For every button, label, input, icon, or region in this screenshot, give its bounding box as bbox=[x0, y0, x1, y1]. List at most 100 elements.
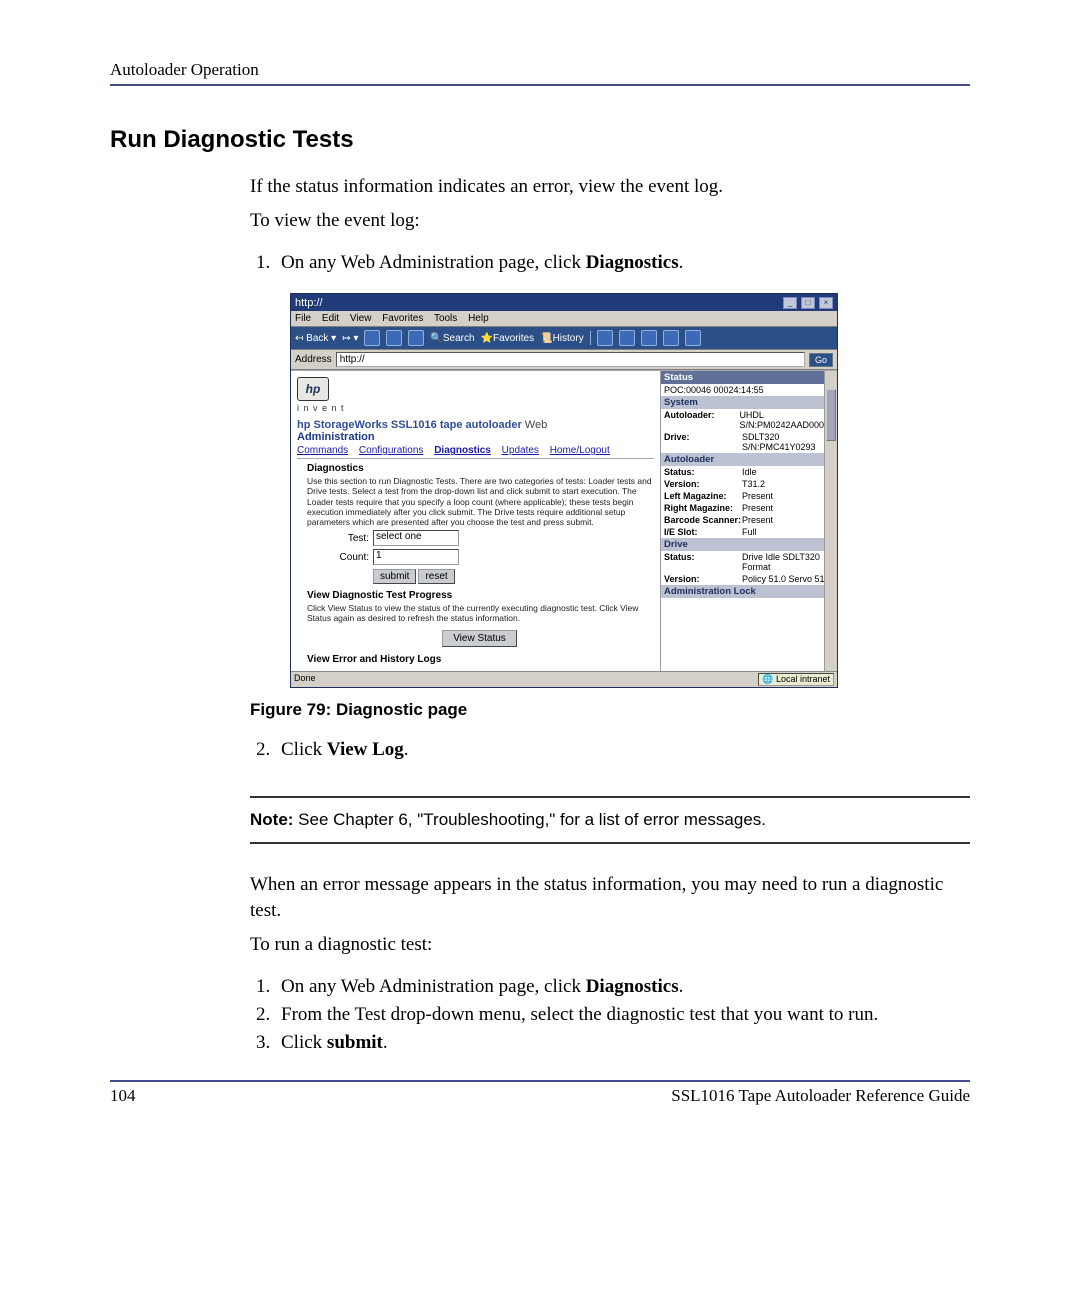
home-icon[interactable] bbox=[408, 330, 424, 346]
forward-button[interactable]: ↦ ▾ bbox=[342, 333, 358, 344]
intro-paragraph-2: To view the event log: bbox=[250, 208, 970, 234]
menu-edit[interactable]: Edit bbox=[322, 313, 339, 324]
title-bar: http:// _ □ × bbox=[291, 294, 837, 311]
note-rule-top bbox=[250, 796, 970, 798]
go-button[interactable]: Go bbox=[809, 353, 833, 367]
back-button[interactable]: ↤ Back ▾ bbox=[295, 333, 336, 344]
address-label: Address bbox=[295, 354, 332, 365]
al-status-val: Idle bbox=[742, 467, 834, 477]
nav-home-logout[interactable]: Home/Logout bbox=[550, 445, 610, 456]
status-title: Status bbox=[661, 371, 837, 384]
back-label: Back bbox=[306, 333, 328, 344]
maximize-icon[interactable]: □ bbox=[801, 297, 815, 309]
search-label: Search bbox=[443, 333, 475, 344]
nav-commands[interactable]: Commands bbox=[297, 445, 348, 456]
d-version-key: Version: bbox=[664, 574, 742, 584]
search-button[interactable]: 🔍Search bbox=[430, 333, 474, 344]
status-bar: Done 🌐 Local intranet bbox=[291, 671, 837, 687]
menu-view[interactable]: View bbox=[350, 313, 372, 324]
list-item-tail: . bbox=[404, 739, 409, 760]
page-content: hp i n v e n t hp StorageWorks SSL1016 t… bbox=[291, 371, 661, 671]
note-block: Note: See Chapter 6, "Troubleshooting," … bbox=[250, 810, 970, 830]
view-status-button[interactable]: View Status bbox=[442, 630, 517, 647]
list-item-strong: Diagnostics bbox=[586, 252, 679, 273]
ieslot-key: I/E Slot: bbox=[664, 527, 742, 537]
minimize-icon[interactable]: _ bbox=[783, 297, 797, 309]
address-bar: Address http:// Go bbox=[291, 350, 837, 370]
count-input[interactable]: 1 bbox=[373, 549, 459, 565]
menu-bar[interactable]: File Edit View Favorites Tools Help bbox=[291, 311, 837, 327]
list-item-tail: . bbox=[679, 976, 684, 997]
menu-help[interactable]: Help bbox=[468, 313, 489, 324]
address-input[interactable]: http:// bbox=[336, 352, 805, 367]
al-status-key: Status: bbox=[664, 467, 742, 477]
nav-diagnostics[interactable]: Diagnostics bbox=[434, 445, 491, 456]
list-item-strong: Diagnostics bbox=[586, 976, 679, 997]
favorites-button[interactable]: ⭐Favorites bbox=[481, 333, 535, 344]
rightmag-val: Present bbox=[742, 503, 834, 513]
mail-icon[interactable] bbox=[597, 330, 613, 346]
submit-button[interactable]: submit bbox=[373, 569, 416, 584]
al-version-key: Version: bbox=[664, 479, 742, 489]
menu-tools[interactable]: Tools bbox=[434, 313, 457, 324]
scrollbar-thumb[interactable] bbox=[826, 389, 836, 441]
statusbar-zone: 🌐 Local intranet bbox=[758, 673, 834, 686]
window-title: http:// bbox=[295, 297, 323, 309]
invent-label: i n v e n t bbox=[297, 403, 654, 413]
barcode-key: Barcode Scanner: bbox=[664, 515, 742, 525]
toolbar[interactable]: ↤ Back ▾ ↦ ▾ 🔍Search ⭐Favorites 📜History bbox=[291, 327, 837, 350]
view-event-log-list-cont: Click View Log. bbox=[275, 739, 970, 761]
hp-logo: hp bbox=[297, 377, 329, 401]
progress-heading: View Diagnostic Test Progress bbox=[307, 590, 652, 601]
close-icon[interactable]: × bbox=[819, 297, 833, 309]
stop-icon[interactable] bbox=[364, 330, 380, 346]
nav-updates[interactable]: Updates bbox=[502, 445, 539, 456]
nav-configurations[interactable]: Configurations bbox=[359, 445, 423, 456]
footer-page-number: 104 bbox=[110, 1086, 136, 1106]
al-version-val: T31.2 bbox=[742, 479, 834, 489]
toolbar-divider bbox=[590, 331, 591, 345]
menu-favorites[interactable]: Favorites bbox=[382, 313, 423, 324]
note-text: See Chapter 6, "Troubleshooting," for a … bbox=[293, 810, 766, 829]
autoloader-section: Autoloader bbox=[661, 453, 837, 466]
menu-file[interactable]: File bbox=[295, 313, 311, 324]
print-icon[interactable] bbox=[619, 330, 635, 346]
list-item-tail: . bbox=[679, 252, 684, 273]
drive-section: Drive bbox=[661, 538, 837, 551]
admin-title: Administration bbox=[297, 431, 654, 443]
scrollbar[interactable] bbox=[824, 371, 837, 671]
discuss-icon[interactable] bbox=[663, 330, 679, 346]
note-rule-bottom bbox=[250, 842, 970, 844]
list-item: From the Test drop-down menu, select the… bbox=[275, 1004, 970, 1026]
list-item-text: On any Web Administration page, click bbox=[281, 252, 586, 273]
drive-key: Drive: bbox=[664, 432, 742, 452]
list-item: On any Web Administration page, click Di… bbox=[275, 252, 970, 274]
run-paragraph: To run a diagnostic test: bbox=[250, 932, 970, 958]
autoloader-val: UHDL S/N:PM0242AAD00023 bbox=[739, 410, 834, 430]
refresh-icon[interactable] bbox=[386, 330, 402, 346]
list-item: Click View Log. bbox=[275, 739, 970, 761]
list-item-text: On any Web Administration page, click bbox=[281, 976, 586, 997]
history-label: History bbox=[553, 333, 584, 344]
list-item-tail: . bbox=[383, 1032, 388, 1053]
section-title: Run Diagnostic Tests bbox=[110, 126, 970, 154]
list-item-text: Click bbox=[281, 739, 327, 760]
progress-description: Click View Status to view the status of … bbox=[307, 603, 652, 623]
messenger-icon[interactable] bbox=[685, 330, 701, 346]
test-select[interactable]: select one bbox=[373, 530, 459, 546]
leftmag-key: Left Magazine: bbox=[664, 491, 742, 501]
statusbar-left: Done bbox=[294, 673, 316, 686]
reset-button[interactable]: reset bbox=[418, 569, 454, 584]
list-item: On any Web Administration page, click Di… bbox=[275, 976, 970, 998]
view-event-log-list: On any Web Administration page, click Di… bbox=[275, 252, 970, 274]
history-button[interactable]: 📜History bbox=[540, 333, 584, 344]
autoloader-key: Autoloader: bbox=[664, 410, 739, 430]
d-status-val: Drive Idle SDLT320 Format bbox=[742, 552, 834, 572]
edit-icon[interactable] bbox=[641, 330, 657, 346]
window-controls[interactable]: _ □ × bbox=[782, 296, 833, 309]
d-version-val: Policy 51.0 Servo 51.0 bbox=[742, 574, 834, 584]
app-title-sub: Web bbox=[522, 419, 547, 431]
list-item-text: Click bbox=[281, 1032, 327, 1053]
diagnostics-description: Use this section to run Diagnostic Tests… bbox=[307, 476, 652, 527]
count-label: Count: bbox=[307, 552, 369, 563]
